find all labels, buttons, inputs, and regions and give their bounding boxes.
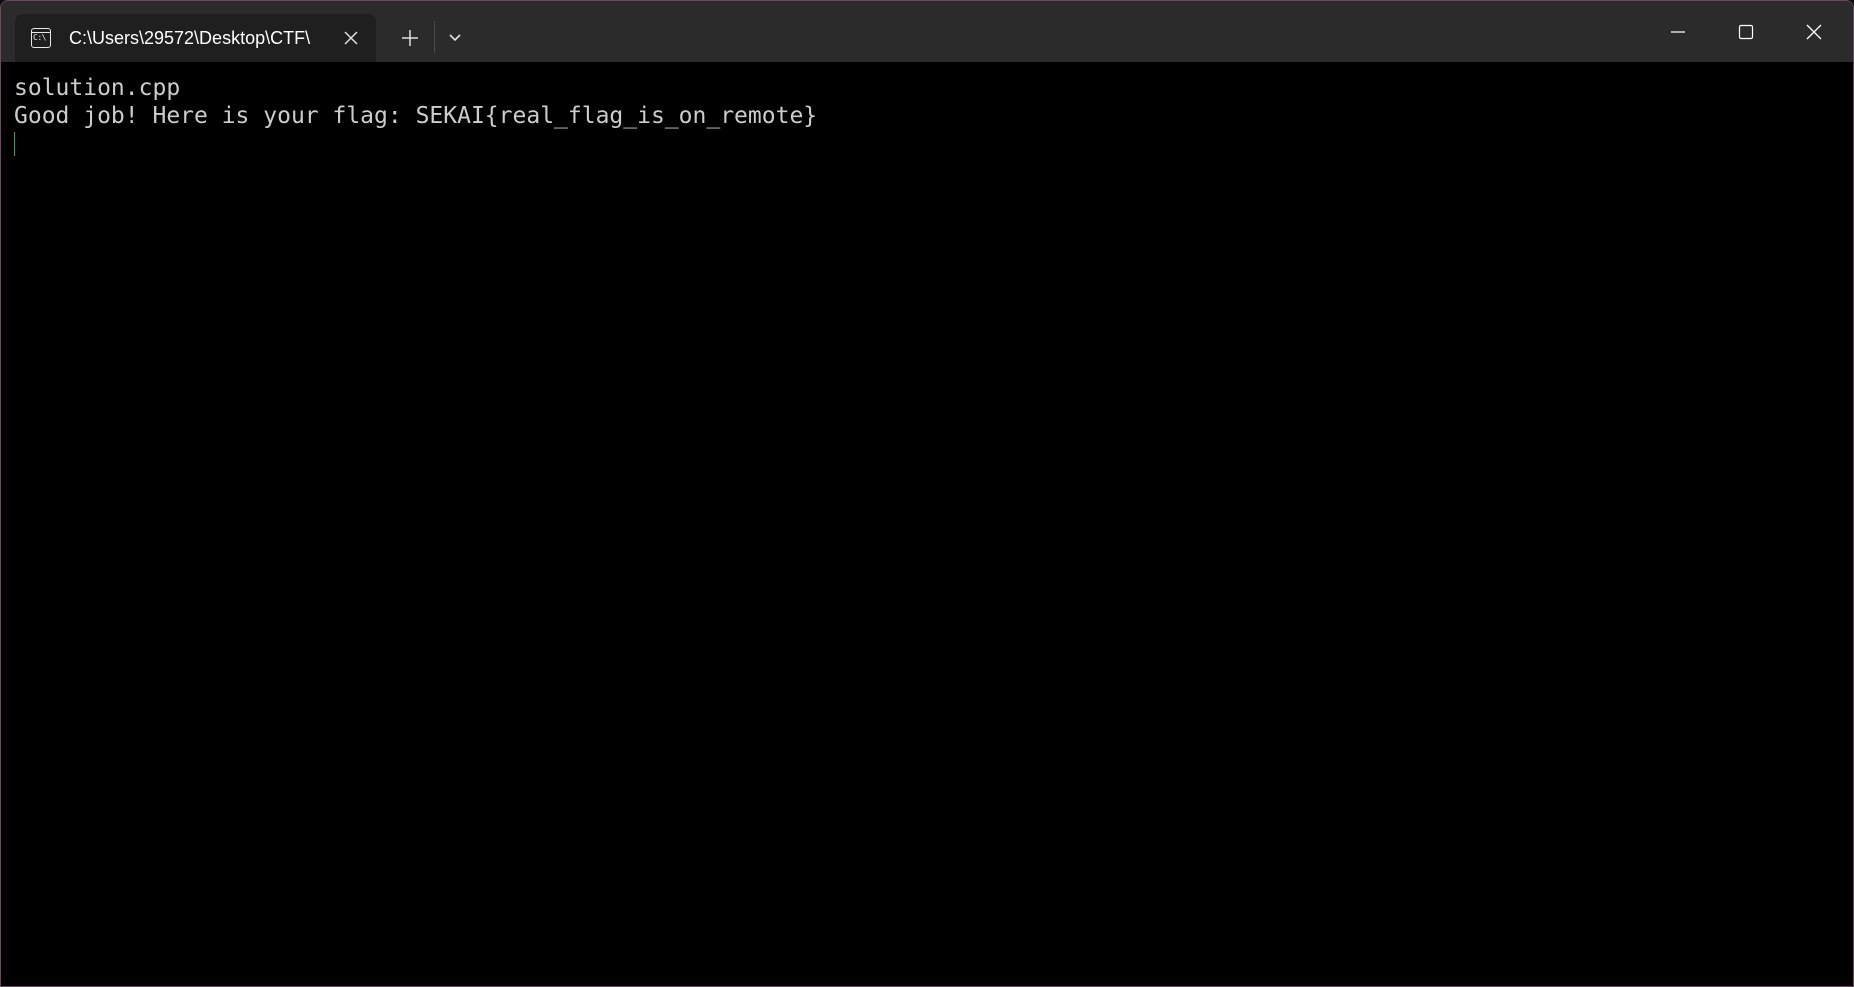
tab-close-button[interactable] [339,26,363,50]
minimize-icon [1671,30,1685,33]
tab-bar-divider [434,21,435,53]
chevron-down-icon [449,34,461,42]
tab-command-prompt[interactable]: C:\ C:\Users\29572\Desktop\CTF\ [15,14,376,62]
tab-title: C:\Users\29572\Desktop\CTF\ [69,28,311,48]
terminal-output[interactable]: solution.cpp Good job! Here is your flag… [1,62,1853,986]
close-icon [1806,24,1822,39]
close-window-button[interactable] [1780,1,1848,62]
minimize-button[interactable] [1644,1,1712,62]
cmd-icon: C:\ [31,28,51,48]
terminal-line: Good job! Here is your flag: SEKAI{real_… [14,103,818,129]
terminal-line: solution.cpp [14,75,181,101]
close-icon [344,31,358,45]
tab-dropdown-button[interactable] [438,21,472,55]
new-tab-button[interactable] [393,21,427,55]
maximize-icon [1738,24,1754,39]
terminal-window: C:\ C:\Users\29572\Desktop\CTF\ solution… [0,0,1854,987]
plus-icon [402,30,418,46]
maximize-button[interactable] [1712,1,1780,62]
text-cursor [14,132,15,156]
title-bar[interactable]: C:\ C:\Users\29572\Desktop\CTF\ [1,1,1853,62]
